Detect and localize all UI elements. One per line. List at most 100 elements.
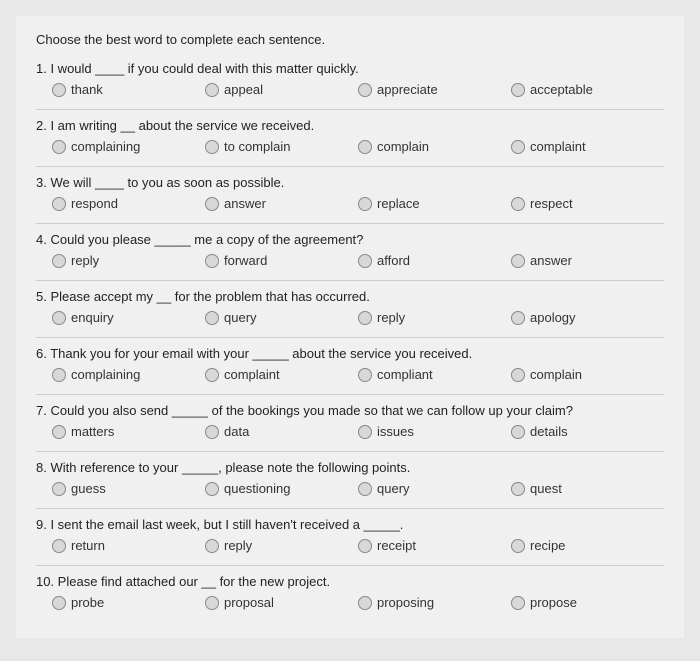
radio-circle-6-2[interactable] (205, 368, 219, 382)
option-10-1[interactable]: probe (52, 595, 205, 610)
option-4-1[interactable]: reply (52, 253, 205, 268)
option-label-6-2: complaint (224, 367, 280, 382)
divider-5 (36, 337, 664, 338)
radio-circle-5-1[interactable] (52, 311, 66, 325)
option-4-4[interactable]: answer (511, 253, 664, 268)
radio-circle-2-2[interactable] (205, 140, 219, 154)
radio-circle-9-3[interactable] (358, 539, 372, 553)
option-5-3[interactable]: reply (358, 310, 511, 325)
question-text-8: 8. With reference to your _____, please … (36, 460, 664, 475)
radio-circle-1-4[interactable] (511, 83, 525, 97)
option-6-2[interactable]: complaint (205, 367, 358, 382)
radio-circle-4-1[interactable] (52, 254, 66, 268)
option-label-7-2: data (224, 424, 249, 439)
radio-circle-6-1[interactable] (52, 368, 66, 382)
options-row-2: complaining to complain complain complaint (36, 139, 664, 154)
question-block-10: 10. Please find attached our __ for the … (36, 574, 664, 610)
radio-circle-7-2[interactable] (205, 425, 219, 439)
option-8-4[interactable]: quest (511, 481, 664, 496)
option-1-4[interactable]: acceptable (511, 82, 664, 97)
option-label-10-1: probe (71, 595, 104, 610)
option-3-4[interactable]: respect (511, 196, 664, 211)
radio-circle-5-2[interactable] (205, 311, 219, 325)
option-10-2[interactable]: proposal (205, 595, 358, 610)
radio-circle-1-1[interactable] (52, 83, 66, 97)
option-2-3[interactable]: complain (358, 139, 511, 154)
question-block-5: 5. Please accept my __ for the problem t… (36, 289, 664, 325)
question-block-4: 4. Could you please _____ me a copy of t… (36, 232, 664, 268)
radio-circle-4-3[interactable] (358, 254, 372, 268)
option-1-2[interactable]: appeal (205, 82, 358, 97)
radio-circle-3-1[interactable] (52, 197, 66, 211)
option-2-1[interactable]: complaining (52, 139, 205, 154)
question-text-4: 4. Could you please _____ me a copy of t… (36, 232, 664, 247)
radio-circle-6-4[interactable] (511, 368, 525, 382)
radio-circle-9-1[interactable] (52, 539, 66, 553)
option-7-4[interactable]: details (511, 424, 664, 439)
option-label-7-4: details (530, 424, 568, 439)
option-7-3[interactable]: issues (358, 424, 511, 439)
option-8-3[interactable]: query (358, 481, 511, 496)
question-block-3: 3. We will ____ to you as soon as possib… (36, 175, 664, 211)
radio-circle-10-3[interactable] (358, 596, 372, 610)
option-label-4-2: forward (224, 253, 267, 268)
option-10-4[interactable]: propose (511, 595, 664, 610)
radio-circle-7-4[interactable] (511, 425, 525, 439)
radio-circle-10-2[interactable] (205, 596, 219, 610)
radio-circle-1-3[interactable] (358, 83, 372, 97)
option-9-2[interactable]: reply (205, 538, 358, 553)
option-9-3[interactable]: receipt (358, 538, 511, 553)
radio-circle-5-4[interactable] (511, 311, 525, 325)
radio-circle-9-4[interactable] (511, 539, 525, 553)
radio-circle-6-3[interactable] (358, 368, 372, 382)
option-label-2-2: to complain (224, 139, 290, 154)
option-1-1[interactable]: thank (52, 82, 205, 97)
option-3-1[interactable]: respond (52, 196, 205, 211)
option-6-4[interactable]: complain (511, 367, 664, 382)
radio-circle-3-2[interactable] (205, 197, 219, 211)
option-7-1[interactable]: matters (52, 424, 205, 439)
radio-circle-8-1[interactable] (52, 482, 66, 496)
option-2-4[interactable]: complaint (511, 139, 664, 154)
option-6-1[interactable]: complaining (52, 367, 205, 382)
option-3-2[interactable]: answer (205, 196, 358, 211)
option-5-4[interactable]: apology (511, 310, 664, 325)
option-6-3[interactable]: compliant (358, 367, 511, 382)
radio-circle-3-3[interactable] (358, 197, 372, 211)
option-3-3[interactable]: replace (358, 196, 511, 211)
option-2-2[interactable]: to complain (205, 139, 358, 154)
radio-circle-4-4[interactable] (511, 254, 525, 268)
radio-circle-5-3[interactable] (358, 311, 372, 325)
radio-circle-8-4[interactable] (511, 482, 525, 496)
radio-circle-2-3[interactable] (358, 140, 372, 154)
option-5-1[interactable]: enquiry (52, 310, 205, 325)
radio-circle-10-4[interactable] (511, 596, 525, 610)
radio-circle-8-2[interactable] (205, 482, 219, 496)
option-9-1[interactable]: return (52, 538, 205, 553)
radio-circle-7-1[interactable] (52, 425, 66, 439)
option-4-3[interactable]: afford (358, 253, 511, 268)
option-7-2[interactable]: data (205, 424, 358, 439)
question-text-1: 1. I would ____ if you could deal with t… (36, 61, 664, 76)
radio-circle-4-2[interactable] (205, 254, 219, 268)
option-10-3[interactable]: proposing (358, 595, 511, 610)
radio-circle-1-2[interactable] (205, 83, 219, 97)
radio-circle-2-1[interactable] (52, 140, 66, 154)
option-8-1[interactable]: guess (52, 481, 205, 496)
option-label-9-3: receipt (377, 538, 416, 553)
option-8-2[interactable]: questioning (205, 481, 358, 496)
radio-circle-8-3[interactable] (358, 482, 372, 496)
radio-circle-3-4[interactable] (511, 197, 525, 211)
option-5-2[interactable]: query (205, 310, 358, 325)
option-label-6-1: complaining (71, 367, 140, 382)
radio-circle-2-4[interactable] (511, 140, 525, 154)
option-4-2[interactable]: forward (205, 253, 358, 268)
options-row-8: guessquestioningqueryquest (36, 481, 664, 496)
option-1-3[interactable]: appreciate (358, 82, 511, 97)
radio-circle-7-3[interactable] (358, 425, 372, 439)
option-9-4[interactable]: recipe (511, 538, 664, 553)
radio-circle-9-2[interactable] (205, 539, 219, 553)
question-block-1: 1. I would ____ if you could deal with t… (36, 61, 664, 97)
radio-circle-10-1[interactable] (52, 596, 66, 610)
option-label-2-4: complaint (530, 139, 586, 154)
